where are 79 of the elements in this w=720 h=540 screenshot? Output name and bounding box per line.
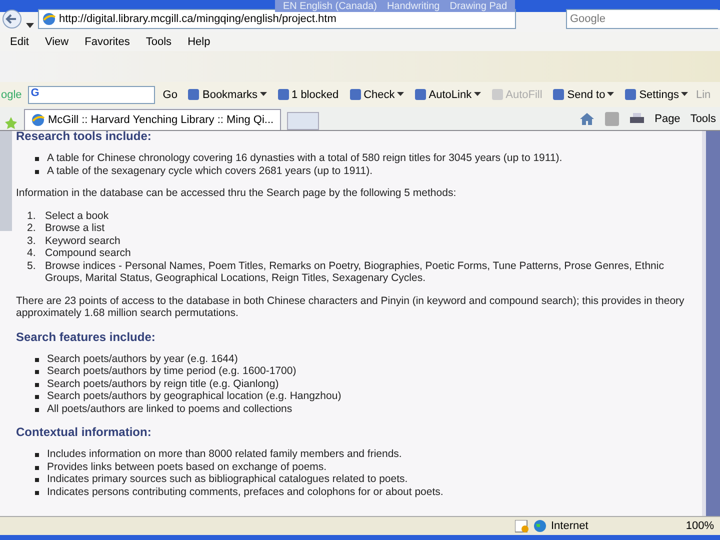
button-icon (276, 88, 290, 101)
printer-icon[interactable] (628, 112, 645, 126)
toolbar-button[interactable]: AutoLink (412, 88, 483, 101)
toolbar-button[interactable]: Check (346, 88, 406, 101)
list-item: Search poets/authors by year (e.g. 1644) (47, 352, 239, 365)
paragraph: Information in the database can be accessed thru the Search page by the following 5 methods: (16, 187, 458, 200)
bullet-icon (35, 170, 39, 174)
list-number: 2. (27, 222, 37, 234)
list-item: Select a book (45, 210, 110, 222)
paragraph: There are 23 points of access to the database in both Chinese characters and Pinyin (in keyword and compound search); this provides in theory approximately 1.68 million search permutations. (16, 294, 686, 320)
zoom-control[interactable]: 100% (686, 520, 720, 532)
toolbar-button[interactable]: 1 blocked (274, 88, 341, 101)
scrollbar[interactable] (702, 131, 720, 516)
browser-tab[interactable]: McGill :: Harvard Yenching Library :: Ming Qi... (24, 109, 281, 130)
button-icon (552, 88, 566, 101)
list-item: Indicates persons contributing comments, prefaces and colophons for or about poets. (47, 486, 444, 498)
list-item: A table for Chinese chronology covering 16 dynasties with a total of 580 reign titles for 3045 years (up to 1911). (47, 152, 564, 164)
bullet-icon (35, 453, 39, 457)
page-icon (42, 12, 56, 26)
section-heading: Research tools include: (16, 131, 152, 143)
menu-item[interactable]: Tools (146, 36, 172, 48)
button-icon (624, 88, 638, 101)
list-item: Browse indices - Personal Names, Poem Titles, Remarks on Poetry, Biographies, Poetic Forms, Tune Patterns, Prose Genres, Ethnic Groups, Marital Status, Geographical Locations, Reign Titles, Sexagenary Cycles. (45, 260, 665, 284)
zone-label: Internet (551, 520, 588, 532)
warning-icon (515, 520, 529, 532)
bullet-icon (35, 490, 39, 494)
list-number: 3. (27, 234, 37, 247)
list-item: Search poets/authors by geographical location (e.g. Hangzhou) (47, 390, 342, 402)
command-button[interactable]: Page (654, 113, 680, 125)
caret-icon (607, 92, 614, 97)
google-logo: ogle (1, 88, 22, 100)
list-item: Search poets/authors by time period (e.g. 1600-1700) (47, 365, 298, 378)
caret-icon (680, 92, 688, 97)
feed-icon[interactable] (604, 112, 619, 126)
bullet-icon (35, 478, 39, 482)
caret-icon (260, 92, 267, 97)
bullet-icon (35, 370, 39, 374)
go-button[interactable]: Go (160, 88, 180, 100)
list-item: Compound search (45, 247, 132, 260)
button-icon (490, 88, 504, 101)
globe-icon (533, 519, 547, 533)
section-heading: Contextual information: (16, 425, 152, 439)
list-number: 5. (27, 260, 37, 272)
toolbar-button[interactable]: Send to (550, 88, 616, 101)
back-icon[interactable] (2, 9, 22, 29)
bullet-icon (35, 466, 39, 470)
button-icon (414, 88, 427, 101)
button-icon (348, 88, 362, 101)
caret-icon (396, 92, 404, 97)
search-field[interactable]: G (28, 86, 155, 104)
button-icon (187, 88, 200, 101)
bullet-icon (35, 358, 39, 362)
search-field[interactable]: Google (566, 9, 718, 29)
menu-item[interactable]: Edit (10, 36, 29, 48)
toolbar-button[interactable]: Settings (622, 88, 690, 101)
bullet-icon (35, 408, 39, 412)
list-item: Provides links between poets based on exchange of poems. (47, 460, 328, 473)
bullet-icon (35, 382, 39, 386)
list-number: 1. (27, 210, 37, 222)
caret-icon[interactable] (26, 23, 34, 29)
list-number: 4. (27, 247, 37, 260)
toolbar-button[interactable]: Bookmarks (185, 88, 269, 101)
list-item: Keyword search (45, 234, 122, 247)
list-item: Search poets/authors by reign title (e.g. Qianlong) (47, 378, 280, 390)
list-item: Browse a list (45, 222, 106, 234)
bullet-icon (35, 157, 39, 161)
list-item: All poets/authors are linked to poems and collections (47, 402, 294, 415)
menu-item[interactable]: Help (188, 36, 210, 48)
bullet-icon (35, 395, 39, 399)
globe-icon (31, 113, 45, 127)
list-item: Includes information on more than 8000 related family members and friends. (47, 448, 403, 460)
list-item: A table of the sexagenary cycle which covers 2681 years (up to 1911). (47, 164, 374, 177)
home-icon[interactable] (578, 112, 595, 126)
menu-item[interactable]: Favorites (84, 36, 130, 48)
command-button[interactable]: Tools (690, 113, 716, 125)
section-heading: Search features include: (16, 330, 156, 344)
list-item: Indicates primary sources such as bibliographical catalogues related to poets. (47, 473, 409, 486)
caret-icon (474, 92, 481, 97)
menu-item[interactable]: View (44, 36, 69, 48)
